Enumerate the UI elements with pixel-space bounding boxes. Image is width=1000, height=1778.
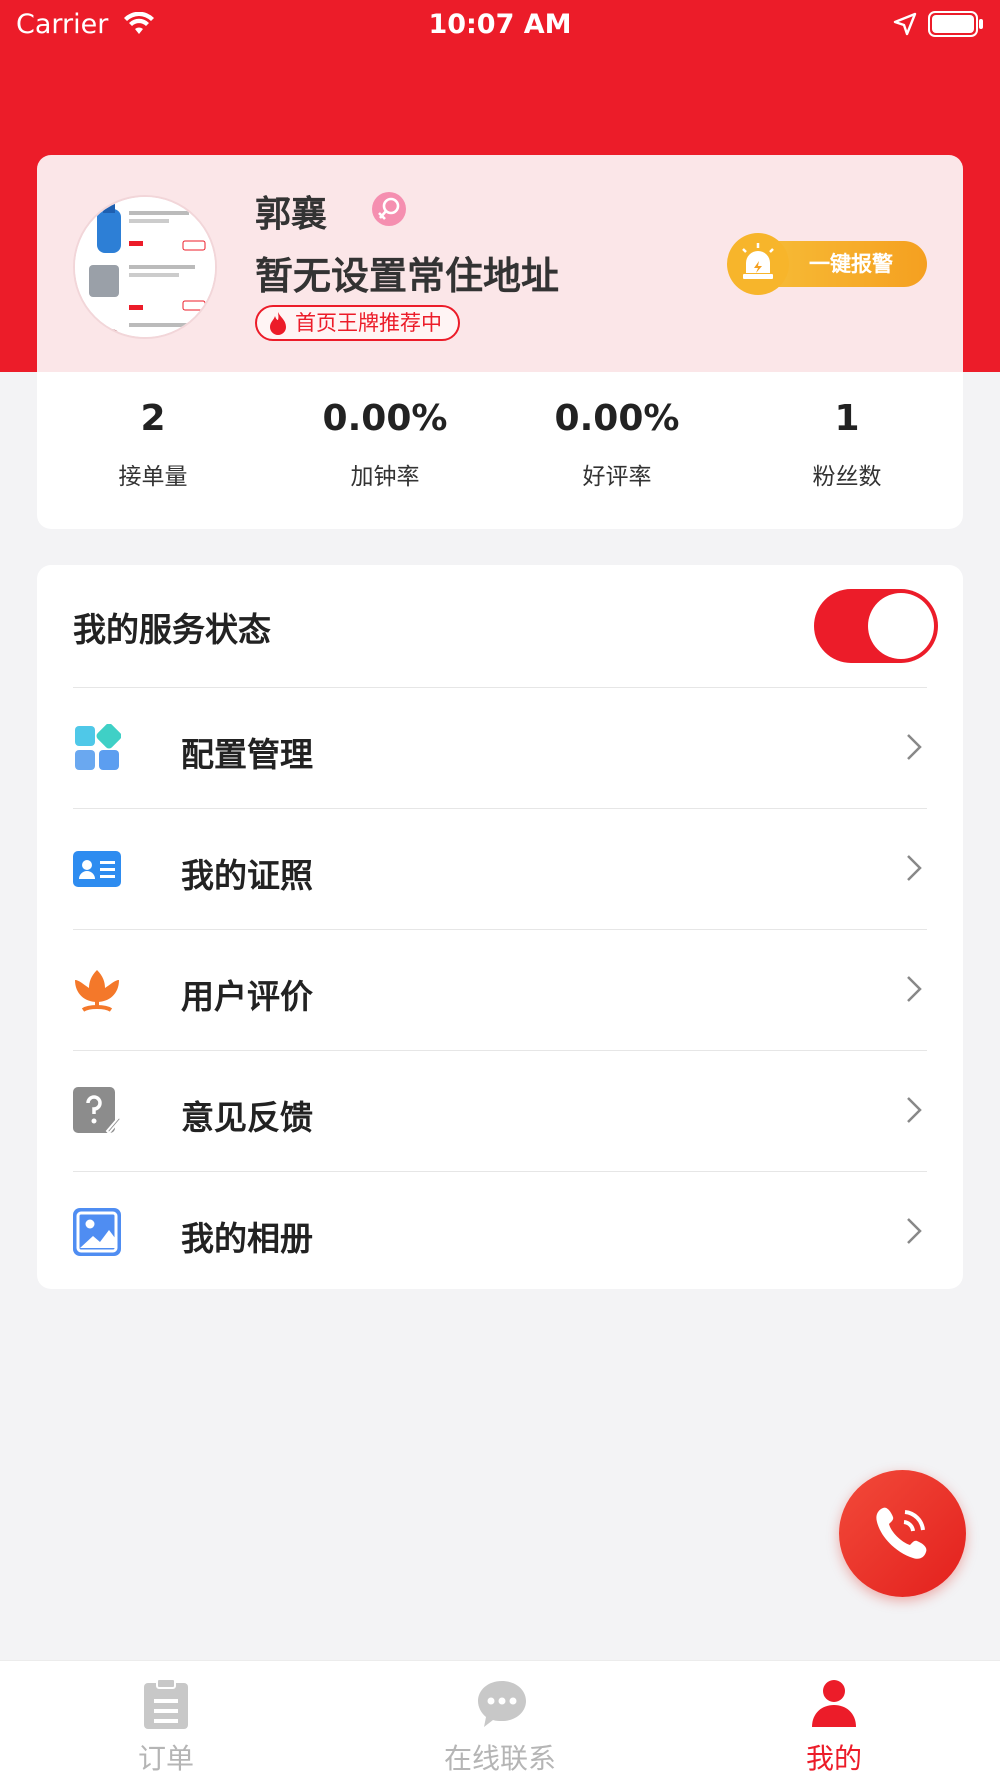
stat-label: 粉丝数 <box>812 464 882 490</box>
stat-label: 好评率 <box>582 464 652 490</box>
avatar-image <box>75 197 215 337</box>
chat-bubble-icon <box>478 1681 526 1727</box>
service-status-row: 我的服务状态 <box>37 565 963 687</box>
menu-item-licenses[interactable]: 我的证照 <box>73 808 927 929</box>
menu-item-config[interactable]: 配置管理 <box>73 687 927 808</box>
location-arrow-icon <box>893 12 917 36</box>
feedback-icon <box>73 1087 121 1135</box>
promo-badge: 首页王牌推荐中 <box>255 305 460 341</box>
menu-item-label: 配置管理 <box>181 735 313 774</box>
battery-icon <box>928 11 983 37</box>
stat-positive-rate[interactable]: 0.00% 好评率 <box>501 398 733 491</box>
menu-item-feedback[interactable]: 意见反馈 <box>73 1050 927 1171</box>
tab-label: 我的 <box>805 1742 862 1775</box>
stat-label: 接单量 <box>118 464 188 490</box>
id-card-icon <box>73 851 121 887</box>
resident-address[interactable]: 暂无设置常住地址 <box>255 245 559 300</box>
stat-value: 0.00% <box>554 398 680 439</box>
menu-item-label: 我的证照 <box>181 856 313 895</box>
female-icon <box>372 192 406 226</box>
chevron-right-icon <box>907 1218 922 1244</box>
emergency-alarm-button[interactable]: 一键报警 <box>727 233 927 295</box>
fire-icon <box>270 312 286 335</box>
alarm-button-label: 一键报警 <box>809 252 893 276</box>
chevron-right-icon <box>907 734 922 760</box>
call-button[interactable] <box>839 1470 966 1597</box>
stat-value: 2 <box>140 398 166 439</box>
clipboard-icon <box>144 1678 188 1729</box>
stat-value: 1 <box>834 398 860 439</box>
menu-item-label: 我的相册 <box>181 1219 313 1258</box>
grid-config-icon <box>75 724 121 770</box>
stat-label: 加钟率 <box>350 464 420 490</box>
menu-item-reviews[interactable]: 用户评价 <box>73 929 927 1050</box>
menu-item-album[interactable]: 我的相册 <box>73 1171 927 1292</box>
alarm-siren-icon <box>727 233 789 295</box>
tab-online-contact[interactable]: 在线联系 <box>400 1661 600 1778</box>
tab-bar: 订单 在线联系 我的 <box>0 1660 1000 1778</box>
photo-album-icon <box>73 1208 121 1256</box>
avatar[interactable] <box>73 195 217 339</box>
service-status-toggle[interactable] <box>814 589 938 663</box>
user-name: 郭襄 <box>255 194 328 235</box>
tab-label: 在线联系 <box>443 1742 556 1775</box>
flower-icon <box>75 970 119 1012</box>
profile-card: 郭襄 暂无设置常住地址 首页王牌推荐中 一键报警 <box>37 155 963 372</box>
menu-card: 我的服务状态 配置管理 我的证照 用户评价 意见反馈 我的相册 <box>37 565 963 1289</box>
status-bar: Carrier 10:07 AM <box>0 0 1000 50</box>
status-time: 10:07 AM <box>428 9 572 40</box>
tab-label: 订单 <box>137 1742 194 1775</box>
service-status-label: 我的服务状态 <box>73 610 271 649</box>
person-icon <box>812 1680 856 1727</box>
stat-orders[interactable]: 2 接单量 <box>37 398 269 491</box>
chevron-right-icon <box>907 1097 922 1123</box>
stat-extension-rate[interactable]: 0.00% 加钟率 <box>269 398 501 491</box>
menu-item-label: 用户评价 <box>181 977 313 1016</box>
tab-orders[interactable]: 订单 <box>66 1661 266 1778</box>
chevron-right-icon <box>907 855 922 881</box>
promo-badge-label: 首页王牌推荐中 <box>295 311 442 335</box>
menu-item-label: 意见反馈 <box>181 1098 313 1137</box>
tab-mine[interactable]: 我的 <box>734 1661 934 1778</box>
toggle-knob <box>868 593 934 659</box>
stat-fans[interactable]: 1 粉丝数 <box>731 398 963 491</box>
stats-card: 2 接单量 0.00% 加钟率 0.00% 好评率 1 粉丝数 <box>37 372 963 529</box>
phone-icon <box>876 1507 927 1559</box>
chevron-right-icon <box>907 976 922 1002</box>
stat-value: 0.00% <box>322 398 448 439</box>
